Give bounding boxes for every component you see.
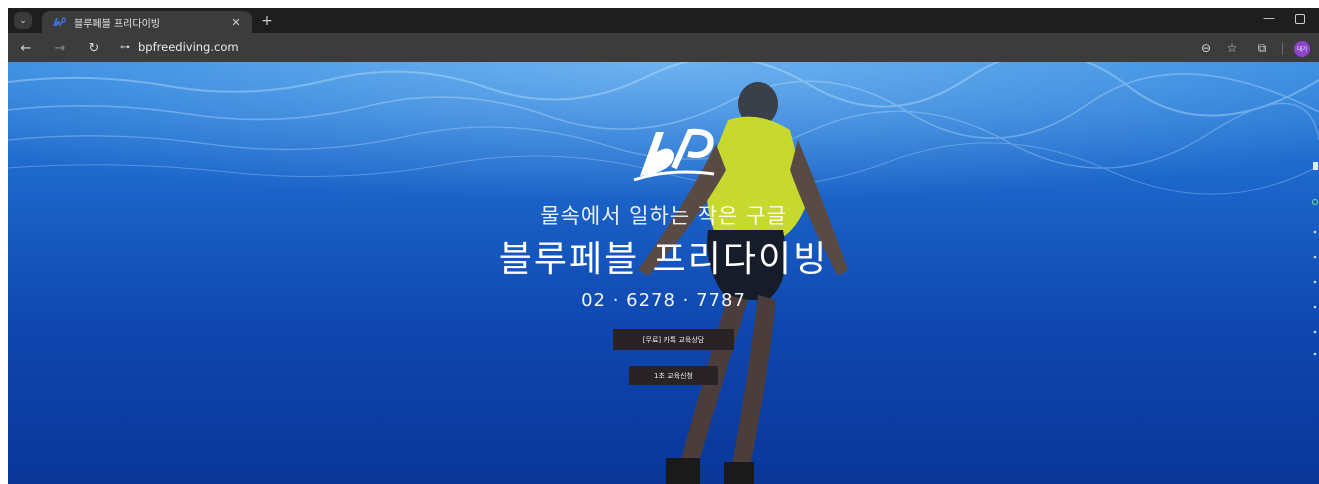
extensions-icon[interactable]: ⧉ — [1253, 39, 1271, 57]
back-icon[interactable]: ← — [16, 38, 36, 58]
forward-icon[interactable]: → — [50, 38, 70, 58]
bp-logo — [633, 128, 715, 182]
zoom-icon[interactable]: ⊖ — [1197, 39, 1215, 57]
bp-logo-icon — [53, 17, 66, 27]
hero-subtitle: 물속에서 일하는 작은 구글 — [540, 204, 787, 228]
phone-number[interactable]: 02 · 6278 · 7787 — [8, 290, 1319, 311]
page-viewport: 물속에서 일하는 작은 구글 블루페블 프리다이빙 02 · 6278 · 77… — [8, 62, 1319, 484]
toolbar: ← → ↻ ⊶ bpfreediving.com ⊖ ☆ ⧉ 대기 — [8, 33, 1319, 62]
hero-title: 블루페블 프리다이빙 — [498, 239, 829, 280]
toolbar-divider — [1282, 43, 1283, 55]
bookmark-star-icon[interactable]: ☆ — [1223, 39, 1241, 57]
new-tab-button[interactable]: + — [258, 12, 276, 29]
restore-icon[interactable] — [1295, 14, 1305, 24]
site-info-icon[interactable]: ⊶ — [118, 41, 132, 54]
tab-strip: ⌄ 블루페블 프리다이빙 ✕ + — — [8, 8, 1319, 33]
close-tab-icon[interactable]: ✕ — [228, 16, 244, 29]
chevron-down-icon: ⌄ — [19, 15, 27, 26]
side-scroll-indicator — [1312, 162, 1318, 356]
address-bar[interactable]: bpfreediving.com — [138, 40, 239, 54]
tab-title: 블루페블 프리다이빙 — [74, 18, 160, 30]
reload-icon[interactable]: ↻ — [84, 38, 104, 58]
kakao-consult-button[interactable]: [무료] 카톡 교육상담 — [613, 329, 734, 350]
tab-search-button[interactable]: ⌄ — [14, 12, 32, 29]
browser-window: ⌄ 블루페블 프리다이빙 ✕ + — ← → ↻ ⊶ bpfreediving.… — [8, 8, 1319, 484]
profile-avatar[interactable]: 대기 — [1294, 41, 1310, 57]
minimize-icon[interactable]: — — [1263, 11, 1275, 25]
apply-button[interactable]: 1초 교육신청 — [629, 366, 718, 385]
tab-active[interactable]: 블루페블 프리다이빙 ✕ — [42, 11, 252, 33]
